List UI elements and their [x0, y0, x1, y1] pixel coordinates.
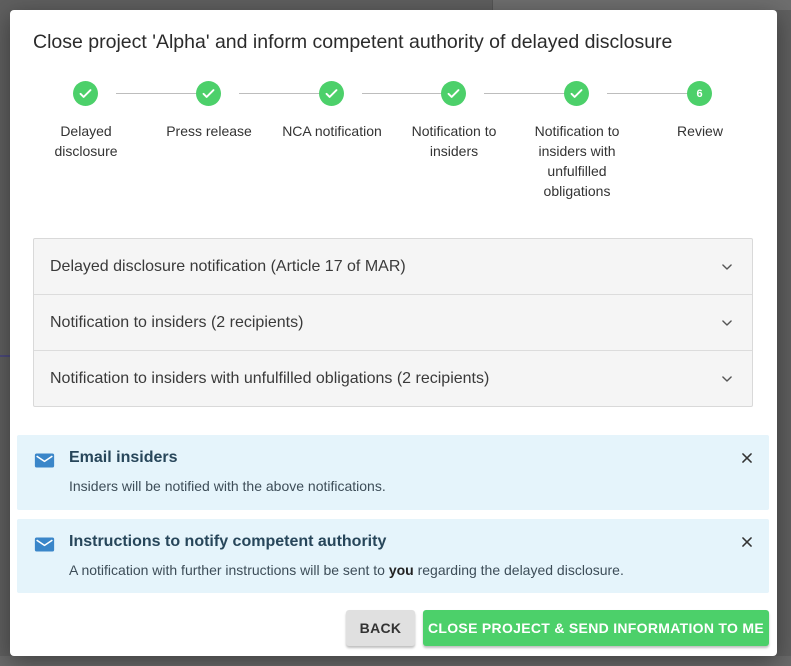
accordion-item-unfulfilled-obligations[interactable]: Notification to insiders with unfulfille… — [34, 351, 752, 407]
step-label: NCA notification — [282, 123, 382, 139]
accordion-item-label: Delayed disclosure notification (Article… — [50, 257, 406, 275]
step-label: Review — [677, 123, 723, 139]
chevron-down-icon — [722, 320, 732, 326]
email-insiders-alert: Email insiders Insiders will be notified… — [17, 435, 769, 510]
check-icon — [79, 89, 92, 98]
stepper: Delayed disclosure Press release NCA not… — [25, 80, 765, 220]
step-label: Notification to insiders with unfulfille… — [534, 123, 620, 199]
background-divider — [0, 355, 10, 357]
accordion-item-insiders[interactable]: Notification to insiders (2 recipients) — [34, 295, 752, 351]
check-icon — [325, 89, 338, 98]
notify-authority-alert: Instructions to notify competent authori… — [17, 519, 769, 593]
step-number-circle: 6 — [687, 81, 712, 106]
alert-body-emphasis: you — [388, 562, 414, 578]
alert-title: Email insiders — [69, 449, 178, 466]
step-connector — [116, 93, 200, 94]
mail-icon — [34, 537, 55, 552]
accordion-item-delayed-disclosure[interactable]: Delayed disclosure notification (Article… — [34, 239, 752, 295]
accordion-item-label: Notification to insiders (2 recipients) — [50, 313, 304, 331]
check-icon — [447, 89, 460, 98]
close-icon[interactable] — [740, 535, 754, 549]
back-button[interactable]: BACK — [346, 610, 415, 646]
background-footer — [0, 656, 791, 666]
mail-icon — [34, 453, 55, 468]
step-connector — [239, 93, 323, 94]
step-connector — [607, 93, 690, 94]
background-panel — [492, 0, 791, 10]
accordion-item-label: Notification to insiders with unfulfille… — [50, 370, 490, 387]
check-icon — [202, 89, 215, 98]
alert-body: Insiders will be notified with the above… — [69, 478, 386, 494]
chevron-down-icon — [722, 376, 732, 382]
step-connector — [362, 93, 445, 94]
step-complete-circle — [564, 81, 589, 106]
alert-title: Instructions to notify competent authori… — [69, 533, 387, 550]
alert-body: A notification with further instructions… — [69, 562, 624, 578]
close-icon[interactable] — [740, 451, 754, 465]
notifications-accordion: Delayed disclosure notification (Article… — [33, 238, 753, 407]
dialog-title: Close project 'Alpha' and inform compete… — [33, 31, 673, 53]
step-label: Notification to insiders — [411, 123, 497, 159]
check-icon — [570, 89, 583, 98]
step-complete-circle — [319, 81, 344, 106]
step-complete-circle — [441, 81, 466, 106]
step-label: Delayed disclosure — [54, 123, 118, 159]
step-complete-circle — [196, 81, 221, 106]
close-project-send-button[interactable]: CLOSE PROJECT & SEND INFORMATION TO ME — [423, 610, 769, 646]
chevron-down-icon — [722, 264, 732, 270]
step-connector — [484, 93, 567, 94]
step-complete-circle — [73, 81, 98, 106]
step-label: Press release — [166, 123, 252, 139]
alert-body-text: A notification with further instructions… — [69, 562, 389, 578]
close-project-dialog: Close project 'Alpha' and inform compete… — [10, 10, 777, 656]
alert-body-text: regarding the delayed disclosure. — [413, 562, 624, 578]
